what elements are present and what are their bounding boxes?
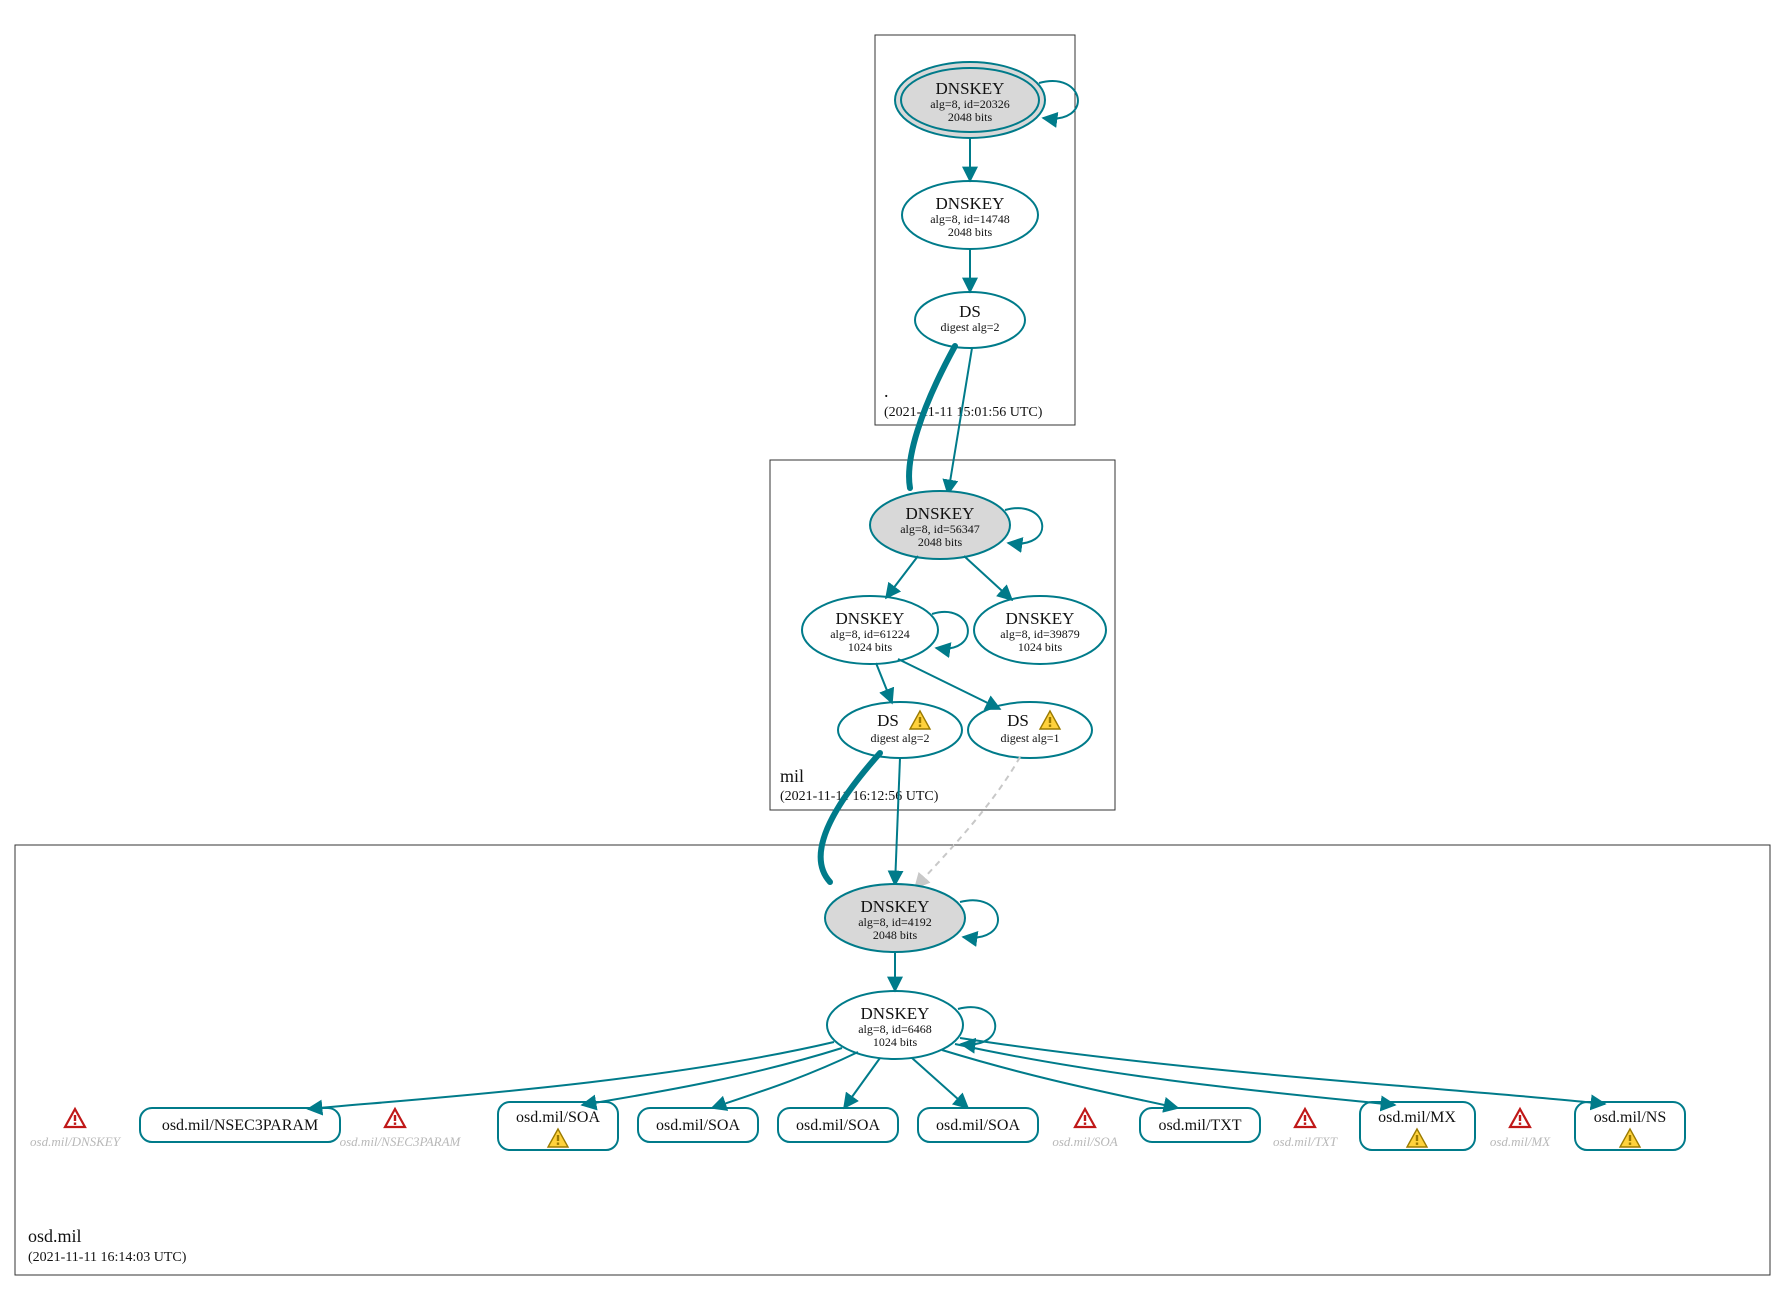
- rr-soa-3: osd.mil/SOA: [778, 1108, 898, 1142]
- node-mil-ds-l: DS digest alg=2: [838, 702, 962, 758]
- svg-text:2048 bits: 2048 bits: [948, 110, 993, 124]
- zone-osd-name: osd.mil: [28, 1226, 82, 1246]
- rr-soa-2: osd.mil/SOA: [638, 1108, 758, 1142]
- edge-rr-soa2: [712, 1052, 858, 1108]
- svg-text:DNSKEY: DNSKEY: [906, 504, 975, 523]
- zone-osd-time: (2021-11-11 16:14:03 UTC): [28, 1250, 187, 1265]
- svg-text:osd.mil/NSEC3PARAM: osd.mil/NSEC3PARAM: [340, 1134, 462, 1149]
- node-root-ksk: DNSKEY alg=8, id=20326 2048 bits: [895, 62, 1045, 138]
- rr-txt: osd.mil/TXT: [1140, 1108, 1260, 1142]
- node-root-zsk: DNSKEY alg=8, id=14748 2048 bits: [902, 181, 1038, 249]
- svg-text:osd.mil/SOA: osd.mil/SOA: [656, 1117, 740, 1134]
- zone-root-time: (2021-11-11 15:01:56 UTC): [884, 405, 1043, 420]
- ghost-txt: osd.mil/TXT: [1273, 1109, 1338, 1149]
- svg-text:alg=8, id=61224: alg=8, id=61224: [830, 627, 910, 641]
- svg-text:DNSKEY: DNSKEY: [836, 609, 905, 628]
- rr-nsec3param: osd.mil/NSEC3PARAM: [140, 1108, 340, 1142]
- svg-text:osd.mil/TXT: osd.mil/TXT: [1158, 1117, 1241, 1134]
- svg-text:osd.mil/TXT: osd.mil/TXT: [1273, 1134, 1338, 1149]
- edge-mil-ksk-zskR: [964, 556, 1012, 600]
- svg-text:digest alg=2: digest alg=2: [940, 320, 999, 334]
- svg-text:alg=8, id=4192: alg=8, id=4192: [858, 915, 932, 929]
- svg-text:osd.mil/SOA: osd.mil/SOA: [796, 1117, 880, 1134]
- node-mil-zsk-r: DNSKEY alg=8, id=39879 1024 bits: [974, 596, 1106, 664]
- svg-text:osd.mil/NSEC3PARAM: osd.mil/NSEC3PARAM: [162, 1117, 318, 1134]
- svg-text:alg=8, id=20326: alg=8, id=20326: [930, 97, 1010, 111]
- svg-text:2048 bits: 2048 bits: [918, 535, 963, 549]
- svg-text:osd.mil/NS: osd.mil/NS: [1594, 1109, 1666, 1126]
- ghost-mx: osd.mil/MX: [1490, 1109, 1551, 1149]
- zone-root-name: .: [884, 381, 889, 401]
- node-root-ds: DS digest alg=2: [915, 292, 1025, 348]
- edge-mildsR-osd-dashed: [915, 757, 1020, 888]
- rr-ns: osd.mil/NS: [1575, 1102, 1685, 1150]
- zone-mil-name: mil: [780, 766, 804, 786]
- svg-text:digest alg=1: digest alg=1: [1000, 731, 1059, 745]
- svg-text:osd.mil/SOA: osd.mil/SOA: [1052, 1134, 1117, 1149]
- svg-text:osd.mil/MX: osd.mil/MX: [1490, 1134, 1551, 1149]
- edge-mil-zskL-dsR: [898, 659, 1000, 709]
- svg-text:DS: DS: [959, 302, 981, 321]
- edge-root-ds-mil: [948, 348, 972, 494]
- svg-text:osd.mil/SOA: osd.mil/SOA: [516, 1109, 600, 1126]
- node-mil-zsk-l: DNSKEY alg=8, id=61224 1024 bits: [802, 596, 938, 664]
- svg-text:DNSKEY: DNSKEY: [936, 79, 1005, 98]
- svg-text:osd.mil/MX: osd.mil/MX: [1378, 1109, 1456, 1126]
- svg-text:DNSKEY: DNSKEY: [861, 1004, 930, 1023]
- svg-text:osd.mil/SOA: osd.mil/SOA: [936, 1117, 1020, 1134]
- svg-text:DS: DS: [877, 711, 899, 730]
- svg-text:alg=8, id=6468: alg=8, id=6468: [858, 1022, 932, 1036]
- svg-text:1024 bits: 1024 bits: [848, 640, 893, 654]
- svg-text:DNSKEY: DNSKEY: [1006, 609, 1075, 628]
- svg-text:DNSKEY: DNSKEY: [936, 194, 1005, 213]
- rr-mx: osd.mil/MX: [1360, 1102, 1475, 1150]
- svg-text:DS: DS: [1007, 711, 1029, 730]
- edge-rr-soa4: [912, 1058, 968, 1108]
- edge-rr-mx: [955, 1044, 1395, 1105]
- node-mil-ksk: DNSKEY alg=8, id=56347 2048 bits: [870, 491, 1010, 559]
- edge-mil-zskL-dsL: [876, 663, 892, 703]
- svg-text:alg=8, id=14748: alg=8, id=14748: [930, 212, 1010, 226]
- node-mil-ds-r: DS digest alg=1: [968, 702, 1092, 758]
- svg-text:digest alg=2: digest alg=2: [870, 731, 929, 745]
- rr-soa-4: osd.mil/SOA: [918, 1108, 1038, 1142]
- svg-text:alg=8, id=56347: alg=8, id=56347: [900, 522, 980, 536]
- edge-milds-osd-thick: [821, 753, 880, 882]
- edge-mil-ksk-zskL: [886, 556, 918, 598]
- ghost-nsec3param: osd.mil/NSEC3PARAM: [340, 1109, 462, 1149]
- svg-text:osd.mil/DNSKEY: osd.mil/DNSKEY: [30, 1134, 122, 1149]
- ghost-dnskey: osd.mil/DNSKEY: [30, 1109, 122, 1149]
- zone-mil-time: (2021-11-11 16:12:56 UTC): [780, 789, 939, 804]
- svg-text:DNSKEY: DNSKEY: [861, 897, 930, 916]
- edge-rr-soa3: [844, 1058, 880, 1108]
- node-osd-ksk: DNSKEY alg=8, id=4192 2048 bits: [825, 884, 965, 952]
- svg-text:1024 bits: 1024 bits: [873, 1035, 918, 1049]
- ghost-soa: osd.mil/SOA: [1052, 1109, 1117, 1149]
- edge-rr-txt: [942, 1050, 1178, 1108]
- svg-text:alg=8, id=39879: alg=8, id=39879: [1000, 627, 1080, 641]
- svg-text:1024 bits: 1024 bits: [1018, 640, 1063, 654]
- rr-soa-1: osd.mil/SOA: [498, 1102, 618, 1150]
- node-osd-zsk: DNSKEY alg=8, id=6468 1024 bits: [827, 991, 963, 1059]
- svg-text:2048 bits: 2048 bits: [873, 928, 918, 942]
- svg-text:2048 bits: 2048 bits: [948, 225, 993, 239]
- edge-rr-nsec3p: [308, 1042, 834, 1109]
- edge-mildsL-osd: [895, 758, 900, 885]
